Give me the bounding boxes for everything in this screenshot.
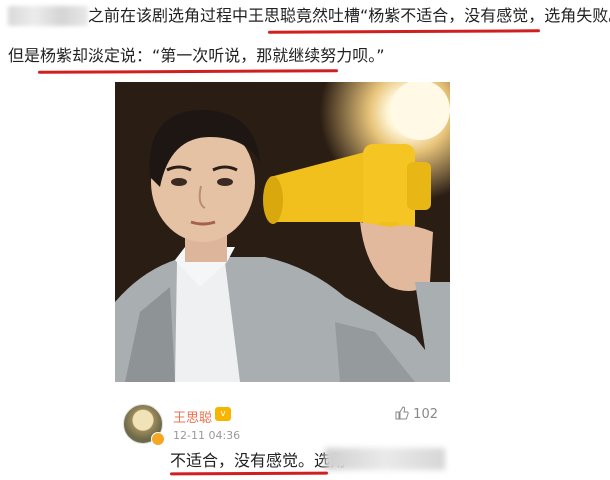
verified-badge-icon bbox=[151, 432, 165, 446]
comment-text: 不适合，没有感觉。选角 bbox=[170, 451, 347, 470]
comment-username[interactable]: 王思聪 bbox=[173, 407, 212, 426]
thumbs-up-icon bbox=[395, 406, 409, 420]
blurred-comment-text bbox=[325, 448, 445, 470]
red-underline-2 bbox=[37, 69, 339, 74]
article-line-1: 之前在该剧选角过程中王思聪竟然吐槽“杨紫不适合，没有感觉，选角失败。” bbox=[88, 6, 610, 25]
man-with-megaphone-photo bbox=[115, 82, 450, 382]
comment-timestamp: 12-11 04:36 bbox=[173, 429, 241, 442]
like-count: 102 bbox=[413, 407, 438, 422]
article-line-2: 但是杨紫却淡定说：“第一次听说，那就继续努力呗。” bbox=[8, 46, 385, 65]
photo-illustration bbox=[115, 82, 450, 382]
weibo-comment-card: 王思聪 v 12-11 04:36 102 不适合，没有感觉。选角 bbox=[115, 392, 450, 480]
vip-icon: v bbox=[215, 407, 231, 421]
like-button[interactable]: 102 bbox=[395, 406, 438, 422]
blurred-name bbox=[8, 6, 88, 26]
red-underline-1 bbox=[267, 29, 541, 34]
